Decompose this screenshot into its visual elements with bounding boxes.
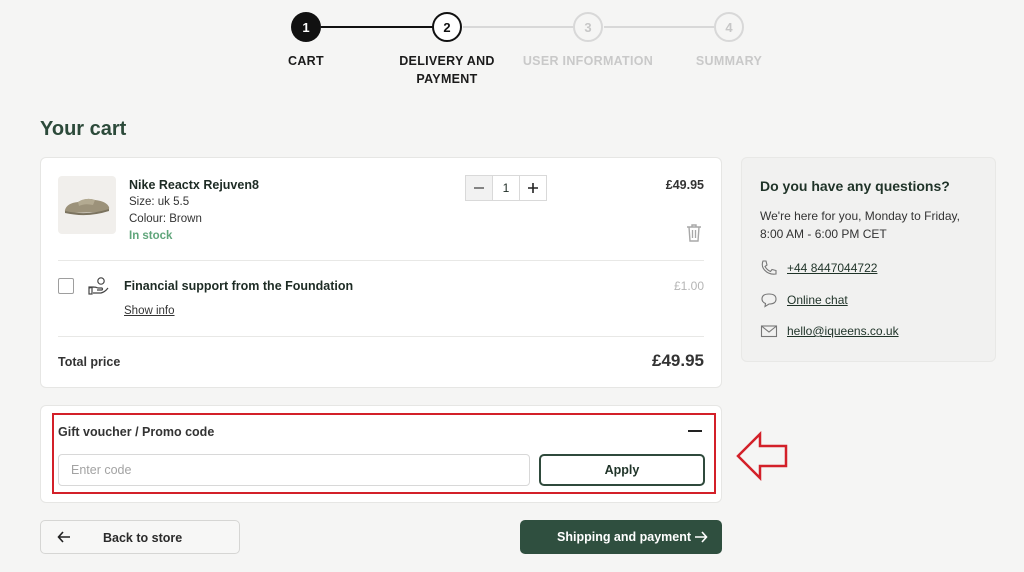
collapse-icon[interactable] [688, 430, 702, 432]
step-cart[interactable]: 1 CART [236, 12, 376, 70]
step-label: DELIVERY AND PAYMENT [399, 54, 495, 86]
help-text: We're here for you, Monday to Friday, 8:… [760, 209, 960, 241]
step-summary: 4 SUMMARY [659, 12, 799, 70]
cart-card: Nike Reactx Rejuven8 Size: uk 5.5 Colour… [40, 157, 722, 388]
promo-code-input[interactable] [58, 454, 530, 486]
step-user-information: 3 USER INFORMATION [518, 12, 658, 70]
shipping-payment-button[interactable]: Shipping and payment [520, 520, 722, 554]
minus-icon[interactable] [466, 176, 492, 200]
total-label: Total price [58, 355, 121, 369]
product-name[interactable]: Nike Reactx Rejuven8 [129, 178, 259, 192]
hand-coin-icon [88, 277, 109, 295]
arrow-left-icon [736, 430, 788, 482]
step-label: USER INFORMATION [522, 54, 654, 68]
back-button-label: Back to store [103, 531, 183, 545]
step-number: 3 [573, 12, 603, 42]
show-info-link[interactable]: Show info [124, 305, 175, 317]
divider [58, 336, 704, 337]
step-number: 2 [432, 12, 462, 42]
stock-status: In stock [129, 230, 173, 242]
next-button-label: Shipping and payment [557, 530, 692, 544]
chat-link[interactable]: Online chat [787, 293, 848, 307]
step-label: SUMMARY [695, 54, 763, 68]
support-price: £1.00 [673, 279, 704, 293]
support-title: Financial support from the Foundation [124, 279, 354, 293]
back-to-store-button[interactable]: Back to store [40, 520, 240, 554]
phone-link[interactable]: +44 8447044722 [787, 261, 877, 275]
quantity-value[interactable]: 1 [492, 176, 520, 200]
slide-sandal-icon [64, 198, 110, 216]
divider [58, 260, 704, 261]
product-image[interactable] [58, 176, 116, 234]
arrow-right-icon [695, 531, 708, 543]
page-title: Your cart [40, 118, 127, 140]
chat-contact[interactable]: Online chat [760, 291, 848, 309]
trash-icon[interactable] [684, 223, 704, 243]
step-number: 1 [291, 12, 321, 42]
product-price: £49.95 [665, 178, 704, 192]
promo-title: Gift voucher / Promo code [58, 425, 215, 439]
phone-contact[interactable]: +44 8447044722 [760, 259, 877, 277]
arrow-left-icon [57, 531, 70, 543]
email-contact[interactable]: hello@iqueens.co.uk [760, 322, 899, 340]
help-title: Do you have any questions? [760, 178, 950, 194]
help-card: Do you have any questions? We're here fo… [741, 157, 996, 362]
support-checkbox[interactable] [58, 278, 74, 294]
step-delivery-payment[interactable]: 2 DELIVERY AND PAYMENT [377, 12, 517, 88]
checkout-stepper: 1 CART 2 DELIVERY AND PAYMENT 3 USER INF… [0, 12, 1024, 92]
mail-icon [760, 325, 778, 338]
chat-icon [761, 293, 777, 308]
product-colour: Colour: Brown [129, 213, 202, 225]
email-link[interactable]: hello@iqueens.co.uk [787, 324, 899, 338]
plus-icon[interactable] [520, 176, 546, 200]
phone-icon [761, 260, 777, 275]
total-value: £49.95 [652, 351, 704, 370]
quantity-stepper: 1 [465, 175, 547, 201]
product-size: Size: uk 5.5 [129, 196, 190, 208]
step-number: 4 [714, 12, 744, 42]
apply-button[interactable]: Apply [539, 454, 705, 486]
step-label: CART [288, 54, 324, 68]
